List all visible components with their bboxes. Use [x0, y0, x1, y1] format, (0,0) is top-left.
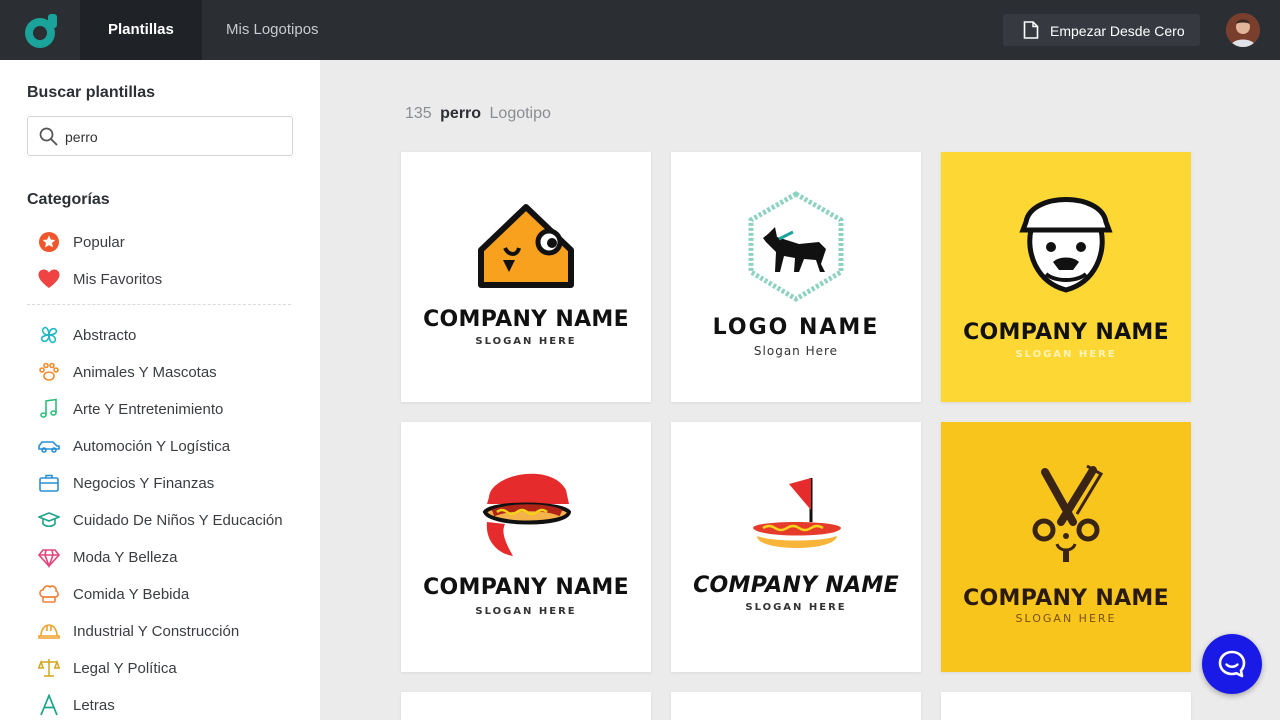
avatar[interactable] [1226, 13, 1260, 47]
chef-hat-icon [39, 585, 59, 603]
slogan-text: SLOGAN HERE [745, 602, 847, 613]
category-label: Automoción Y Logística [73, 438, 231, 455]
bulldog-cap-icon [1019, 197, 1113, 293]
category-animales[interactable]: Animales Y Mascotas [38, 359, 308, 385]
category-label: Letras [73, 697, 115, 714]
sidebar: Buscar plantillas Categorías Popular Mis… [0, 60, 320, 720]
template-card[interactable]: LOGO NAME Slogan Here [671, 152, 921, 402]
results-summary: 135 perro Logotipo [405, 105, 551, 123]
briefcase-icon [39, 474, 59, 492]
document-icon [1023, 21, 1039, 39]
divider [27, 304, 291, 305]
start-button-label: Empezar Desde Cero [1050, 23, 1185, 39]
logo-name-text: LOGO NAME [712, 315, 880, 340]
top-bar: Plantillas Mis Logotipos Empezar Desde C… [0, 0, 1280, 60]
category-label: Comida Y Bebida [73, 586, 190, 603]
scales-icon [38, 659, 60, 677]
scissors-comb-dog-icon [1032, 464, 1104, 562]
hot-dog-cap-icon [482, 473, 572, 556]
category-label: Abstracto [73, 327, 137, 344]
company-name-text: COMPANY NAME [423, 575, 629, 600]
slogan-text: SLOGAN HERE [1015, 612, 1117, 625]
search-icon [39, 127, 58, 146]
categories-heading: Categorías [27, 191, 110, 208]
search-heading: Buscar plantillas [27, 84, 156, 101]
tab-plantillas[interactable]: Plantillas [80, 0, 202, 60]
template-card[interactable]: COMPANY NAME SLOGAN HERE [401, 152, 651, 402]
search-box[interactable] [27, 116, 293, 156]
company-name-text: COMPANY NAME [693, 573, 899, 598]
result-suffix: Logotipo [489, 105, 551, 122]
chat-button[interactable] [1202, 634, 1262, 694]
category-label: Industrial Y Construcción [73, 623, 240, 640]
template-card[interactable] [401, 692, 651, 720]
category-label: Negocios Y Finanzas [73, 475, 215, 492]
chat-bubble-icon [1218, 650, 1246, 678]
slogan-text: SLOGAN HERE [1015, 349, 1117, 360]
result-term: perro [440, 105, 482, 122]
start-from-scratch-button[interactable]: Empezar Desde Cero [1003, 14, 1200, 46]
brand-logo-icon[interactable] [22, 12, 60, 50]
category-comida[interactable]: Comida Y Bebida [38, 581, 308, 607]
diamond-icon [38, 549, 60, 568]
company-name-text: COMPANY NAME [423, 307, 629, 332]
slogan-text: SLOGAN HERE [475, 606, 577, 617]
template-card[interactable] [941, 692, 1191, 720]
company-name-text: COMPANY NAME [963, 586, 1169, 611]
template-card[interactable]: COMPANY NAME SLOGAN HERE [941, 422, 1191, 672]
dog-hexagon-icon [748, 191, 844, 302]
heart-icon [38, 269, 60, 288]
abstract-icon [40, 326, 58, 344]
category-legal[interactable]: Legal Y Política [38, 655, 308, 681]
graduation-cap-icon [38, 512, 60, 528]
slogan-text: Slogan Here [753, 344, 839, 358]
category-moda[interactable]: Moda Y Belleza [38, 544, 308, 570]
company-name-text: COMPANY NAME [963, 320, 1169, 345]
template-card[interactable]: COMPANY NAME SLOGAN HERE [401, 422, 651, 672]
star-icon [39, 232, 59, 252]
category-automocion[interactable]: Automoción Y Logística [38, 433, 308, 459]
category-arte[interactable]: Arte Y Entretenimiento [38, 396, 308, 422]
category-label: Cuidado De Niños Y Educación [73, 512, 283, 529]
category-cuidado[interactable]: Cuidado De Niños Y Educación [38, 507, 308, 533]
slogan-text: SLOGAN HERE [475, 336, 577, 347]
hot-dog-boat-icon [753, 478, 841, 548]
dog-house-icon [478, 204, 574, 288]
tab-mis-logotipos[interactable]: Mis Logotipos [198, 0, 347, 60]
category-abstracto[interactable]: Abstracto [38, 322, 308, 348]
music-note-icon [40, 398, 57, 418]
car-icon [38, 441, 60, 453]
category-label: Mis Favoritos [73, 271, 163, 288]
avatar-image [1226, 13, 1260, 47]
category-label: Moda Y Belleza [73, 549, 178, 566]
category-negocios[interactable]: Negocios Y Finanzas [38, 470, 308, 496]
category-favorites[interactable]: Mis Favoritos [38, 266, 308, 292]
category-letras[interactable]: Letras [38, 692, 308, 718]
search-input[interactable] [65, 126, 285, 148]
category-label: Legal Y Política [73, 660, 177, 677]
template-card[interactable]: COMPANY NAME SLOGAN HERE [941, 152, 1191, 402]
category-label: Arte Y Entretenimiento [73, 401, 224, 418]
letter-a-icon [40, 694, 58, 716]
category-popular[interactable]: Popular [38, 229, 308, 255]
category-label: Animales Y Mascotas [73, 364, 217, 381]
helmet-icon [38, 624, 60, 639]
template-card[interactable] [671, 692, 921, 720]
category-label: Popular [73, 234, 125, 251]
result-count: 135 [405, 105, 432, 122]
paw-icon [39, 362, 59, 381]
template-card[interactable]: COMPANY NAME SLOGAN HERE [671, 422, 921, 672]
category-industrial[interactable]: Industrial Y Construcción [38, 618, 308, 644]
